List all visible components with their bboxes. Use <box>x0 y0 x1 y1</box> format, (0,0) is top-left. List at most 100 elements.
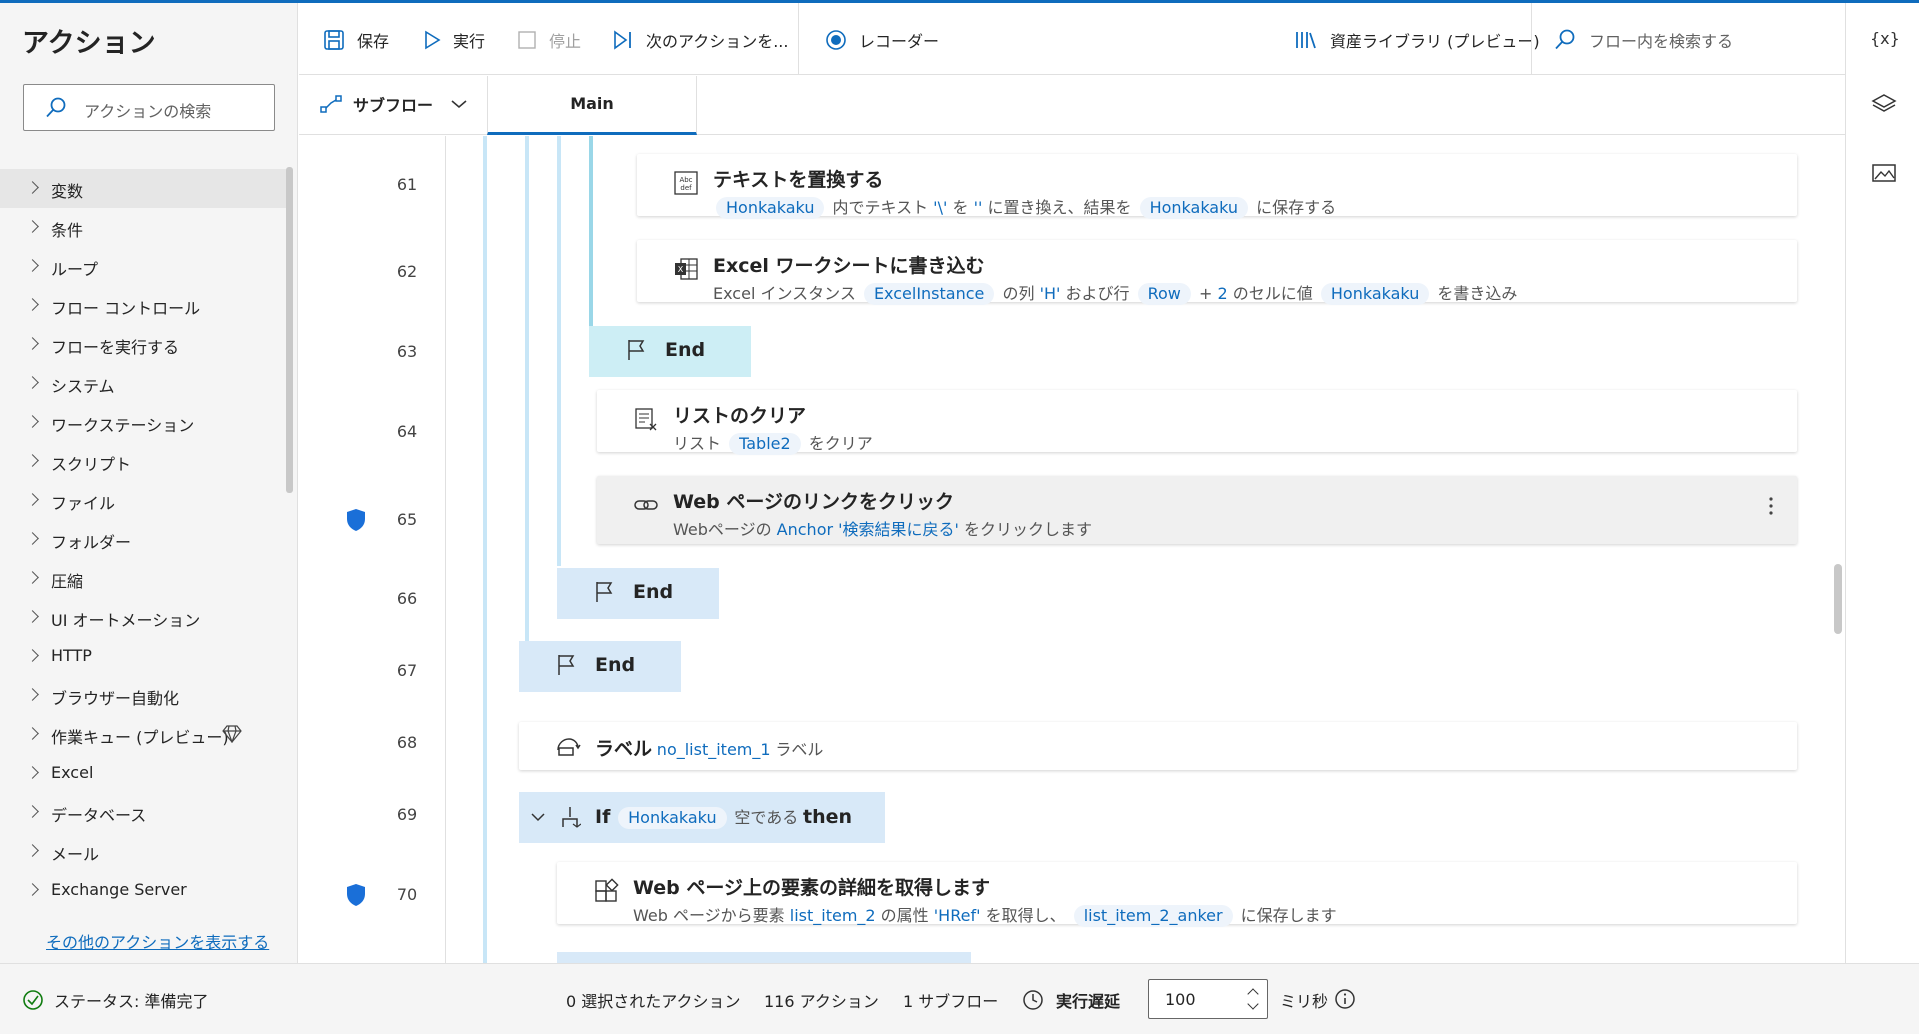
tab-main[interactable]: Main <box>487 76 697 135</box>
category-item[interactable]: フォルダー <box>0 520 286 559</box>
actions-panel-scrollbar[interactable] <box>286 167 293 493</box>
category-item[interactable]: ワークステーション <box>0 403 286 442</box>
subflows-count: 1 サブフロー <box>903 992 999 1011</box>
action-description: Excel インスタンス ExcelInstance の列 'H' および行 R… <box>713 280 1517 305</box>
category-item[interactable]: システム <box>0 364 286 403</box>
condition-branch-icon <box>562 807 581 828</box>
action-replace-text[interactable]: Abc def テキストを置換する Honkakaku 内でテキスト '\' を … <box>637 154 1797 219</box>
text-replace-icon: Abcdef <box>674 171 698 195</box>
label-line: ラベル no_list_item_1 ラベル <box>595 734 823 761</box>
step-forward-icon <box>614 30 631 50</box>
end-block[interactable]: End <box>557 568 719 619</box>
line-number: 66 <box>396 589 418 608</box>
literal-value: 'H' <box>1039 284 1061 303</box>
scope-bar <box>557 136 561 566</box>
desc-text: の属性 <box>880 906 929 925</box>
literal-value: 2 <box>1217 284 1228 303</box>
category-item[interactable]: 作業キュー (プレビュー) <box>0 715 286 754</box>
scope-bar <box>525 136 529 641</box>
end-block[interactable]: End <box>519 641 681 692</box>
decrement-icon[interactable] <box>1247 998 1259 1010</box>
actions-search-input[interactable]: アクションの検索 <box>23 84 275 131</box>
action-clear-list[interactable]: リストのクリア リスト Table2 をクリア <box>597 390 1797 455</box>
next-action-button[interactable]: 次のアクションを... <box>612 25 788 55</box>
category-label: ファイル <box>51 494 116 513</box>
clock-icon <box>1023 990 1043 1010</box>
chevron-right-icon <box>26 571 39 584</box>
category-item[interactable]: Exchange Server <box>0 871 286 910</box>
canvas-scrollbar[interactable] <box>1834 564 1842 634</box>
category-label: 圧縮 <box>51 572 84 591</box>
category-list: 変数 条件 ループ フロー コントロール フローを実行する システム ワークステ… <box>0 169 286 910</box>
end-label: End <box>633 581 674 603</box>
category-item[interactable]: 条件 <box>0 208 286 247</box>
desc-text: + <box>1198 284 1213 303</box>
chevron-right-icon <box>26 844 39 857</box>
subflow-icon <box>320 95 342 113</box>
action-label[interactable]: ラベル no_list_item_1 ラベル <box>519 722 1797 770</box>
chevron-down-icon <box>451 100 467 109</box>
category-item[interactable]: Excel <box>0 754 286 793</box>
flag-icon <box>558 655 575 675</box>
variable-token: Honkakaku <box>618 807 727 829</box>
category-item[interactable]: UI オートメーション <box>0 598 286 637</box>
info-icon <box>1335 989 1355 1009</box>
info-button[interactable] <box>1334 988 1356 1010</box>
desc-text: をクリックします <box>964 520 1093 539</box>
category-item[interactable]: フロー コントロール <box>0 286 286 325</box>
line-number: 64 <box>396 422 418 441</box>
desc-text: のセルに値 <box>1232 284 1313 303</box>
end-label: End <box>665 339 706 361</box>
flow-search-input[interactable]: フロー内を検索する <box>1553 25 1733 55</box>
asset-library-button[interactable]: 資産ライブラリ (プレビュー) <box>1294 25 1540 55</box>
category-item[interactable]: 圧縮 <box>0 559 286 598</box>
action-description: Web ページから要素 list_item_2 の属性 'HRef' を取得し、… <box>633 902 1337 927</box>
excel-icon: X <box>675 258 698 280</box>
category-item[interactable]: 変数 <box>0 169 286 208</box>
variable-token: Honkakaku <box>716 197 825 219</box>
category-item[interactable]: スクリプト <box>0 442 286 481</box>
action-get-element-details[interactable]: Web ページ上の要素の詳細を取得します Web ページから要素 list_it… <box>557 862 1797 927</box>
chevron-right-icon <box>26 493 39 506</box>
category-item[interactable]: メール <box>0 832 286 871</box>
desc-text: 内でテキスト <box>832 198 929 217</box>
toolbar-divider <box>798 3 799 75</box>
scope-bar <box>589 136 593 332</box>
run-delay-stepper[interactable]: 100 <box>1148 979 1268 1019</box>
save-button[interactable]: 保存 <box>323 25 389 55</box>
variables-icon[interactable]: {x} <box>1870 25 1900 53</box>
end-block[interactable]: End <box>589 326 751 377</box>
more-options-icon[interactable] <box>1769 496 1773 516</box>
literal-value: '' <box>973 198 983 217</box>
subflows-dropdown[interactable]: サブフロー <box>319 92 477 116</box>
asset-library-label: 資産ライブラリ (プレビュー) <box>1330 32 1540 51</box>
if-block[interactable]: If Honkakaku 空である then <box>519 792 885 843</box>
chevron-right-icon <box>26 805 39 818</box>
category-item[interactable]: ファイル <box>0 481 286 520</box>
desc-text: に保存する <box>1256 198 1337 217</box>
category-label: ブラウザー自動化 <box>51 689 180 708</box>
recorder-button[interactable]: レコーダー <box>825 25 939 55</box>
layers-icon[interactable] <box>1870 91 1898 119</box>
run-delay-label: 実行遅延 <box>1022 988 1120 1012</box>
category-label: ワークステーション <box>51 416 195 435</box>
chevron-down-icon[interactable] <box>531 812 545 822</box>
svg-text:def: def <box>680 184 692 192</box>
stop-button[interactable]: 停止 <box>517 25 581 55</box>
action-write-excel[interactable]: X Excel ワークシートに書き込む Excel インスタンス ExcelIn… <box>637 240 1797 305</box>
category-item[interactable]: HTTP <box>0 637 286 676</box>
category-item[interactable]: ループ <box>0 247 286 286</box>
end-label: End <box>595 654 636 676</box>
action-click-link[interactable]: Web ページのリンクをクリック Webページの Anchor '検索結果に戻る… <box>597 476 1797 544</box>
action-title: Web ページ上の要素の詳細を取得します <box>633 877 991 899</box>
images-icon[interactable] <box>1870 159 1898 187</box>
literal-value: Anchor '検索結果に戻る' <box>776 520 959 539</box>
show-more-actions-link[interactable]: その他のアクションを表示する <box>46 929 269 953</box>
category-item[interactable]: フローを実行する <box>0 325 286 364</box>
category-item[interactable]: ブラウザー自動化 <box>0 676 286 715</box>
chevron-right-icon <box>26 220 39 233</box>
category-item[interactable]: データベース <box>0 793 286 832</box>
desc-text: の列 <box>1002 284 1035 303</box>
actions-search-placeholder: アクションの検索 <box>84 102 212 121</box>
run-button[interactable]: 実行 <box>423 25 485 55</box>
